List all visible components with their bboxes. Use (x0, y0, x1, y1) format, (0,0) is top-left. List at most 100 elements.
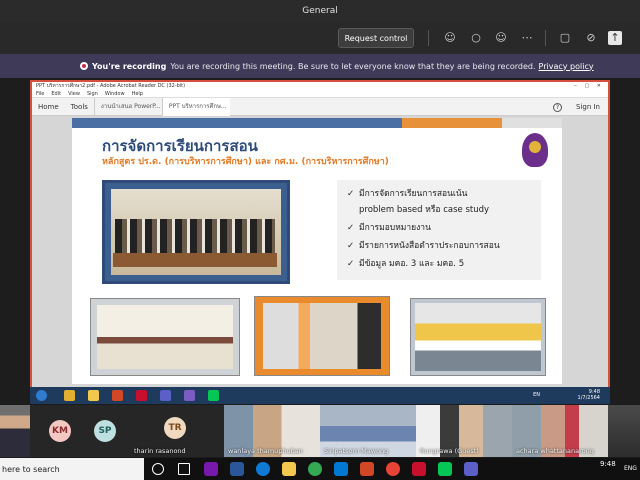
participant-name: tharin rasanond (134, 447, 186, 455)
menu-file[interactable]: File (36, 90, 44, 97)
exhibit-photo (90, 298, 240, 376)
mail-app-icon[interactable] (334, 462, 348, 476)
slide-subtitle: หลักสูตร ปร.ด. (การบริหารการศึกษา) และ ก… (102, 157, 389, 167)
onenote-app-icon[interactable] (204, 462, 218, 476)
share-tray-icon[interactable]: ↑ (608, 31, 622, 45)
slide-header-bar-grey (502, 118, 562, 128)
participant-video (0, 405, 30, 457)
task-view-icon[interactable] (178, 463, 190, 475)
menu-sign[interactable]: Sign (87, 90, 98, 97)
participant-tile-video[interactable]: Rungrawa (Guest) (416, 405, 512, 457)
file-explorer-icon[interactable] (282, 462, 296, 476)
acrobat-app-icon[interactable] (412, 462, 426, 476)
acrobat-right-tools: ? Sign In (553, 98, 600, 116)
shared-clock: 9:48 1/7/2564 (577, 389, 600, 401)
participant-name: Siripatsorn Mawong (324, 447, 389, 455)
sign-in-button[interactable]: Sign In (576, 103, 600, 111)
acrobat-window-title: PPT บริหารการศึกษา2.pdf - Adobe Acrobat … (36, 83, 186, 89)
more-options-icon[interactable]: ⋯ (520, 31, 534, 45)
bullet-item-continued: problem based หรือ case study (359, 205, 490, 215)
participant-tile[interactable]: KM (30, 405, 90, 457)
taskbar-language[interactable]: ENG (624, 465, 637, 472)
taskbar-search-input[interactable]: here to search (0, 458, 144, 480)
bullet-item: ✓ มีการจัดการเรียนการสอนเน้น (347, 189, 468, 199)
bullet-list-box: ✓ มีการจัดการเรียนการสอนเน้น problem base… (337, 180, 541, 280)
bullet-item: ✓ มีการมอบหมายงาน (347, 223, 431, 233)
powerpoint-app-icon[interactable] (360, 462, 374, 476)
participant-tile-video[interactable]: wanlaya thamuphuban (224, 405, 320, 457)
participant-tile[interactable]: TR tharin rasanond (130, 405, 224, 457)
help-icon[interactable]: ? (553, 102, 562, 112)
word-app-icon[interactable] (230, 462, 244, 476)
shared-taskbar: EN 9:48 1/7/2564 (30, 387, 610, 404)
participant-tile-video[interactable]: Siripatsorn Mawong (320, 405, 416, 457)
slide-header-bar-orange (402, 118, 502, 128)
acrobat-window: PPT บริหารการศึกษา2.pdf - Adobe Acrobat … (30, 80, 610, 402)
bullet-item: ✓ มีข้อมูล มคอ. 3 และ มคอ. 5 (347, 259, 465, 269)
group-photo (102, 180, 290, 284)
pdf-slide: การจัดการเรียนการสอน หลักสูตร ปร.ด. (การ… (72, 118, 562, 384)
classroom-photo (410, 298, 546, 376)
tab-tools[interactable]: Tools (65, 103, 94, 111)
acrobat-tab-bar: Home Tools งานนำเสนอ PowerP... PPT บริหา… (32, 97, 608, 116)
chat-icon[interactable]: ○ (469, 31, 483, 45)
request-control-button[interactable]: Request control (338, 28, 414, 48)
recording-banner: You're recording You are recording this … (0, 54, 640, 78)
table-image (113, 253, 277, 267)
meeting-controls-bar: Request control ☺ ○ ☺ ⋯ ▢ ⊘ ↑ (0, 22, 640, 54)
participants-icon[interactable]: ☺ (443, 31, 457, 45)
windows-taskbar: here to search 9:48 ENG (0, 458, 640, 480)
chrome-icon (64, 390, 75, 401)
line-icon (208, 390, 219, 401)
reactions-icon[interactable]: ☺ (494, 31, 508, 45)
check-icon: ✓ (347, 189, 355, 199)
chrome-alt-app-icon[interactable] (386, 462, 400, 476)
taskbar-clock[interactable]: 9:48 (600, 460, 616, 468)
check-icon: ✓ (347, 223, 355, 233)
meeting-title: General (302, 6, 338, 16)
powerpoint-icon (112, 390, 123, 401)
bullet-item: ✓ มีรายการหนังสือตำราประกอบการสอน (347, 241, 500, 251)
teams-title-bar: General (0, 0, 640, 22)
participant-name: wanlaya thamuphuban (228, 447, 303, 455)
menu-help[interactable]: Help (132, 90, 143, 97)
line-app-icon[interactable] (438, 462, 452, 476)
recording-icon (80, 62, 88, 70)
avatar: SP (94, 420, 116, 442)
camera-off-icon[interactable]: ▢ (558, 31, 572, 45)
teams-app-icon[interactable] (464, 462, 478, 476)
tab-home[interactable]: Home (32, 103, 65, 111)
menu-window[interactable]: Window (105, 90, 125, 97)
start-icon (36, 390, 47, 401)
acrobat-icon (136, 390, 147, 401)
screen: General Request control ☺ ○ ☺ ⋯ ▢ ⊘ ↑ Yo… (0, 0, 640, 480)
classroom-image (415, 303, 541, 371)
privacy-policy-link[interactable]: Privacy policy (539, 62, 594, 71)
onenote-icon (184, 390, 195, 401)
menu-view[interactable]: View (68, 90, 80, 97)
edge-app-icon[interactable] (256, 462, 270, 476)
document-tab-powerpoint[interactable]: งานนำเสนอ PowerP... (93, 97, 162, 116)
cortana-icon[interactable] (152, 463, 164, 475)
menu-edit[interactable]: Edit (51, 90, 61, 97)
acrobat-title-bar: PPT บริหารการศึกษา2.pdf - Adobe Acrobat … (32, 82, 608, 90)
exhibit-image (97, 305, 233, 369)
document-view[interactable]: การจัดการเรียนการสอน หลักสูตร ปร.ด. (การ… (32, 116, 608, 392)
slide-header-bar-blue (72, 118, 402, 128)
participant-video (608, 405, 640, 457)
participant-tile-video[interactable] (0, 405, 30, 457)
check-icon: ✓ (347, 241, 355, 251)
avatar: KM (49, 420, 71, 442)
chrome-app-icon[interactable] (308, 462, 322, 476)
discussion-photo (254, 296, 390, 376)
avatar: TR (164, 417, 186, 439)
participant-name: Rungrawa (Guest) (420, 447, 479, 455)
window-controls-icon[interactable]: – ▢ ✕ (574, 82, 608, 90)
shared-lang-indicator: EN (533, 392, 540, 398)
document-tab-ppt-active[interactable]: PPT บริหารการศึกษ... (161, 97, 230, 116)
participant-tile-video[interactable] (608, 405, 640, 457)
people-image (115, 219, 275, 255)
participant-tile-video[interactable]: achara whattananarong (512, 405, 608, 457)
mic-off-icon[interactable]: ⊘ (584, 31, 598, 45)
recording-title: You're recording (92, 61, 167, 71)
